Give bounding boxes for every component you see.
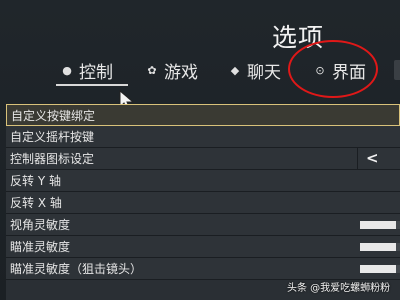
slider-fill: [360, 265, 396, 273]
tab-label: 游戏: [164, 62, 198, 83]
setting-label: 瞄准灵敏度: [10, 240, 71, 254]
tab-game[interactable]: ✿ 游戏: [145, 57, 198, 83]
chat-bubble-icon: ◆: [230, 63, 240, 77]
setting-label: 瞄准灵敏度（狙击镜头）: [10, 262, 143, 276]
setting-label: 自定义摇杆按键: [10, 130, 95, 144]
tab-label: 控制: [79, 62, 113, 83]
tab-label: 聊天: [247, 62, 281, 83]
setting-label: 自定义按键绑定: [11, 109, 96, 123]
setting-row-controller-icon-setting[interactable]: 控制器图标设定 <: [6, 148, 400, 170]
setting-label: 反转 Y 轴: [10, 174, 61, 188]
setting-label: 反转 X 轴: [10, 196, 62, 210]
options-screen: 选项 ● 控制 ✿ 游戏 ◆ 聊天 ⊙ 界面 自定义按键绑定 自定义摇杆按键 控…: [0, 0, 400, 300]
next-tab-edge[interactable]: [394, 60, 400, 80]
left-arrow-icon[interactable]: <: [366, 149, 379, 167]
setting-label: 控制器图标设定: [10, 152, 95, 166]
controller-icon: ●: [62, 63, 72, 77]
slider-fill: [360, 243, 396, 251]
setting-row-invert-x-axis[interactable]: 反转 X 轴: [6, 192, 400, 214]
setting-row-aim-sensitivity-scope[interactable]: 瞄准灵敏度（狙击镜头）: [6, 258, 400, 280]
setting-label: 视角灵敏度: [10, 218, 71, 232]
look-sensitivity-slider[interactable]: [360, 221, 400, 229]
tab-controls[interactable]: ● 控制: [60, 57, 113, 83]
gear-icon: ✿: [147, 63, 157, 77]
aim-sensitivity-slider[interactable]: [360, 243, 400, 251]
red-annotation-circle: [288, 40, 378, 98]
setting-row-invert-y-axis[interactable]: 反转 Y 轴: [6, 170, 400, 192]
slider-fill: [360, 221, 396, 229]
setting-row-custom-key-binding[interactable]: 自定义按键绑定: [6, 104, 400, 126]
row-divider: [357, 148, 358, 169]
setting-row-aim-sensitivity[interactable]: 瞄准灵敏度: [6, 236, 400, 258]
setting-row-look-sensitivity[interactable]: 视角灵敏度: [6, 214, 400, 236]
active-tab-indicator: [56, 84, 128, 86]
setting-row-custom-stick-buttons[interactable]: 自定义摇杆按键: [6, 126, 400, 148]
watermark: 头条 @我爱吃螺蛳粉粉: [287, 283, 391, 294]
settings-list: 自定义按键绑定 自定义摇杆按键 控制器图标设定 < 反转 Y 轴 反转 X 轴 …: [6, 104, 400, 300]
scope-sensitivity-slider[interactable]: [360, 265, 400, 273]
tab-chat[interactable]: ◆ 聊天: [228, 57, 281, 83]
